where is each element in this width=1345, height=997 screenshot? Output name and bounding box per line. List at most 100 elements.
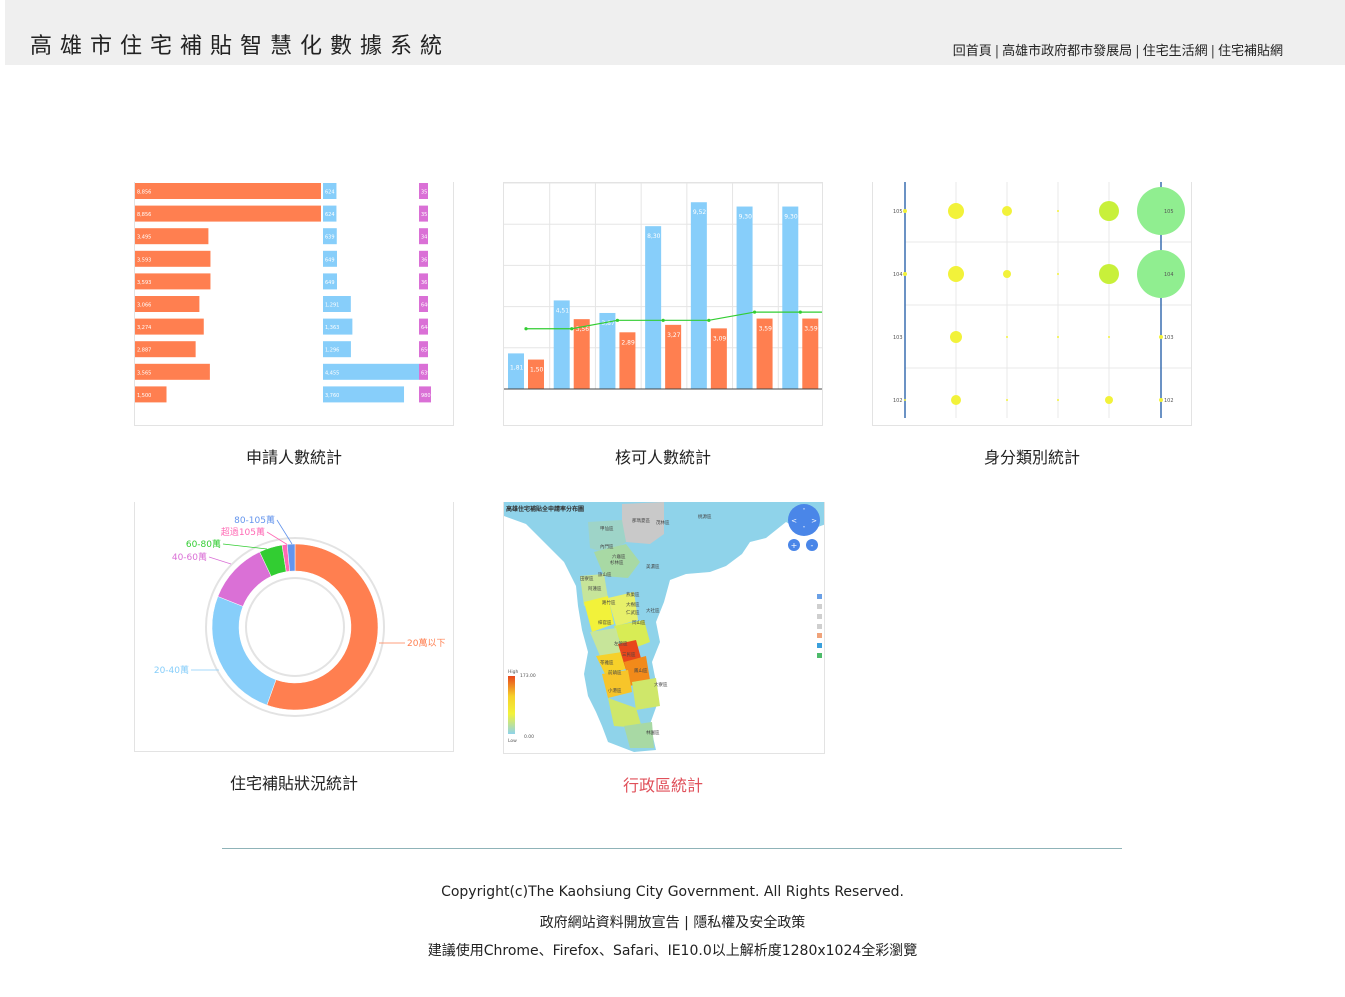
- identity-bubble[interactable]: [951, 395, 961, 405]
- approved-line-point[interactable]: [752, 310, 757, 314]
- identity-bubble[interactable]: [1002, 206, 1012, 216]
- map-pan-down-icon[interactable]: ˅: [803, 526, 806, 533]
- card-label-subsidy-status[interactable]: 住宅補貼狀況統計: [134, 770, 454, 794]
- identity-bubble[interactable]: [1057, 336, 1059, 338]
- identity-bubble[interactable]: [948, 203, 964, 219]
- applicants-bar-label: 3,593: [137, 280, 151, 286]
- footer-browser-note: 建議使用Chrome、Firefox、Safari、IE10.0以上解析度128…: [427, 943, 918, 959]
- nav-udd-link[interactable]: 高雄市政府都市發展局: [1002, 44, 1132, 59]
- identity-bubble[interactable]: [1159, 398, 1163, 402]
- approved-chart-thumb[interactable]: 1,81 4,51 3,87 8,30 9,52 9,30 9,30 1,50 3,56 2,89…: [503, 182, 823, 426]
- district-label: 林園區: [646, 729, 660, 736]
- approved-bar[interactable]: [645, 226, 662, 389]
- map-tool-zoom-icon[interactable]: [817, 594, 822, 599]
- identity-bubble[interactable]: [903, 209, 907, 213]
- card-approved[interactable]: 1,81 4,51 3,87 8,30 9,52 9,30 9,30 1,50 3,56 2,89…: [503, 182, 823, 472]
- identity-bubble[interactable]: [1159, 335, 1163, 339]
- card-identity[interactable]: 105 104 103 102 105 104 103 102 身分類別統計: [872, 182, 1192, 472]
- card-districts[interactable]: 高雄住宅補貼全申請率分布圖 那瑪夏區 茂林區 桃源區 甲仙區 六龜區 杉林區 內門區 美濃區旗…: [503, 502, 825, 802]
- approved-bar-chart: 1,814,513,878,309,529,30 9,301,503,562,89…: [504, 183, 822, 390]
- identity-bubble[interactable]: [1099, 264, 1119, 284]
- applicants-bar[interactable]: [135, 183, 321, 199]
- card-label-districts[interactable]: 行政區統計: [503, 772, 823, 796]
- map-tool-save-icon[interactable]: [817, 653, 822, 658]
- open-data-declaration-link[interactable]: 政府網站資料開放宣告: [540, 915, 680, 931]
- map-tool-refresh-icon[interactable]: [817, 643, 822, 648]
- map-pan-right-icon[interactable]: >: [811, 517, 817, 525]
- approved-bar-label: 9,30: [739, 214, 753, 221]
- identity-bubble[interactable]: [1006, 399, 1008, 401]
- identity-bubble[interactable]: [1003, 270, 1011, 278]
- district-label: 美濃區: [646, 563, 660, 570]
- applicants-bar-label: 3,760: [325, 393, 339, 399]
- identity-bubble[interactable]: [1099, 201, 1119, 221]
- donut-slice[interactable]: [211, 596, 277, 706]
- subsidy-status-chart-thumb[interactable]: 20萬以下 20-40萬 40-60萬 60-80萬 超過105萬 80-105萬: [134, 502, 454, 752]
- map-tool-data-icon[interactable]: [817, 624, 822, 629]
- svg-text:-: -: [811, 541, 814, 550]
- identity-bubble[interactable]: [1108, 336, 1110, 338]
- approved-line-point[interactable]: [707, 318, 711, 322]
- identity-bubble[interactable]: [1006, 336, 1008, 338]
- donut-label-line: [208, 556, 232, 565]
- identity-chart-thumb[interactable]: 105 104 103 102 105 104 103 102: [872, 182, 1192, 426]
- card-label-identity[interactable]: 身分類別統計: [872, 444, 1192, 468]
- approved-line-point[interactable]: [524, 327, 528, 331]
- identity-bubble[interactable]: [1137, 250, 1185, 298]
- card-subsidy-status[interactable]: 20萬以下 20-40萬 40-60萬 60-80萬 超過105萬 80-105萬 住宅補…: [134, 502, 454, 802]
- districts-heat-map: 高雄住宅補貼全申請率分布圖 那瑪夏區 茂林區 桃源區甲仙區六龜區杉林區 內門區美濃區旗…: [504, 502, 824, 753]
- approved-line-point[interactable]: [661, 318, 665, 322]
- identity-bubble[interactable]: [904, 399, 906, 401]
- card-applicants[interactable]: 8,856 8,856 3,495 3,593 3,593 3,066 3,274 2,887…: [134, 182, 454, 472]
- identity-bubble[interactable]: [1057, 210, 1059, 212]
- applicants-bar[interactable]: [135, 205, 321, 222]
- district-label: 燕巢區: [626, 591, 640, 598]
- district-label: 旗山區: [598, 571, 612, 578]
- applicants-bar-label: 3,593: [137, 257, 151, 263]
- approved-bar[interactable]: [528, 359, 544, 389]
- applicants-chart-thumb[interactable]: 8,856 8,856 3,495 3,593 3,593 3,066 3,274 2,887…: [134, 182, 454, 426]
- identity-bubble[interactable]: [950, 331, 962, 343]
- map-visual-scale[interactable]: [508, 676, 515, 734]
- approved-bar[interactable]: [736, 206, 753, 389]
- map-tool-back-icon[interactable]: [817, 614, 822, 619]
- approved-bar[interactable]: [690, 202, 707, 389]
- map-pan-left-icon[interactable]: <: [791, 517, 797, 525]
- applicants-bar-label: 656: [421, 348, 431, 354]
- applicants-bar-label: 980: [421, 393, 431, 399]
- approved-line-point[interactable]: [798, 310, 802, 314]
- identity-bubble[interactable]: [1057, 399, 1059, 401]
- approved-bar[interactable]: [782, 206, 799, 389]
- top-nav: 回首頁 | 高雄市政府都市發展局 | 住宅生活網 | 住宅補貼網: [952, 44, 1283, 59]
- approved-line-point[interactable]: [570, 327, 574, 331]
- identity-y-tick: 103: [893, 335, 903, 341]
- approved-bar-label: 9,52: [693, 209, 707, 216]
- applicants-bar-label: 649: [325, 280, 335, 286]
- nav-home-link[interactable]: 回首頁: [953, 44, 992, 59]
- donut-slice-label: 超過105萬: [221, 526, 265, 538]
- applicants-bar-label: 1,500: [137, 393, 151, 399]
- card-label-approved[interactable]: 核可人數統計: [503, 444, 823, 468]
- map-pan-up-icon[interactable]: ˄: [803, 508, 806, 515]
- map-tool-reset-icon[interactable]: [817, 604, 822, 609]
- scale-low-label: Low: [508, 738, 517, 744]
- identity-bubble[interactable]: [1057, 273, 1059, 275]
- nav-housing-life-link[interactable]: 住宅生活網: [1143, 44, 1208, 59]
- map-tool-view-icon[interactable]: [817, 633, 822, 638]
- identity-bubble[interactable]: [948, 266, 964, 282]
- district-label: 內門區: [600, 543, 614, 550]
- scale-max-label: 173.00: [520, 673, 536, 679]
- approved-line-point[interactable]: [615, 318, 620, 322]
- identity-bubble[interactable]: [903, 272, 907, 276]
- privacy-policy-link[interactable]: 隱私權及安全政策: [693, 915, 805, 931]
- svg-text:+: +: [791, 541, 798, 550]
- districts-map-thumb[interactable]: 高雄住宅補貼全申請率分布圖 那瑪夏區 茂林區 桃源區 甲仙區 六龜區 杉林區 內門區 美濃區旗…: [503, 502, 825, 754]
- card-label-applicants[interactable]: 申請人數統計: [134, 444, 454, 468]
- district-label: 岡山區: [632, 619, 646, 626]
- nav-housing-subsidy-link[interactable]: 住宅補貼網: [1218, 44, 1283, 59]
- donut-slice-label: 20-40萬: [154, 664, 189, 676]
- donut-slice[interactable]: [217, 551, 272, 607]
- identity-bubble[interactable]: [1105, 396, 1113, 404]
- identity-bubble[interactable]: [1137, 187, 1185, 235]
- approved-bar-label: 9,30: [784, 214, 798, 221]
